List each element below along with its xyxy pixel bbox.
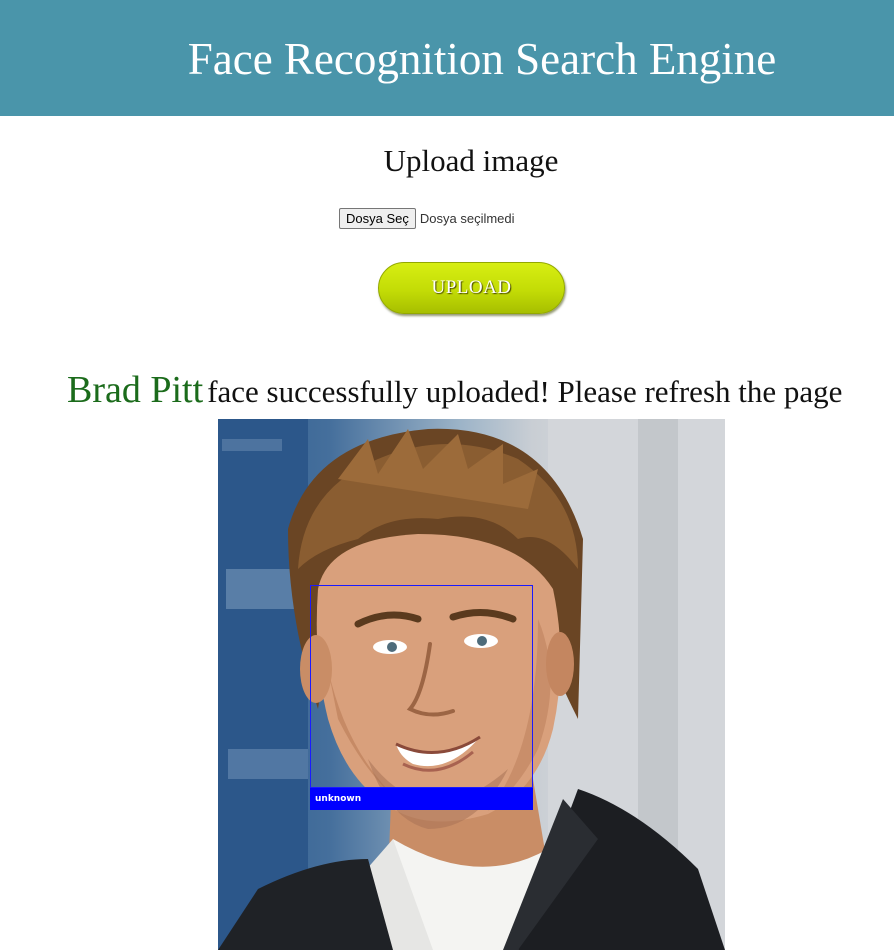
choose-file-button[interactable]: Dosya Seç xyxy=(339,207,416,229)
uploaded-photo: unknown xyxy=(218,419,725,950)
face-detection-label: unknown xyxy=(310,788,533,810)
file-status-text: Dosya seçilmedi xyxy=(419,210,515,226)
recognized-person-name: Brad Pitt xyxy=(67,369,204,411)
upload-heading: Upload image xyxy=(383,143,559,178)
page-header: Face Recognition Search Engine xyxy=(0,0,894,116)
face-detection-box xyxy=(310,585,533,788)
upload-result-message: Brad Pitt face successfully uploaded! Pl… xyxy=(67,368,842,412)
file-input[interactable]: Dosya Seç Dosya seçilmedi xyxy=(339,207,515,229)
upload-button[interactable]: UPLOAD xyxy=(378,262,565,314)
page-title: Face Recognition Search Engine xyxy=(187,34,777,84)
result-text: face successfully uploaded! Please refre… xyxy=(207,374,843,409)
